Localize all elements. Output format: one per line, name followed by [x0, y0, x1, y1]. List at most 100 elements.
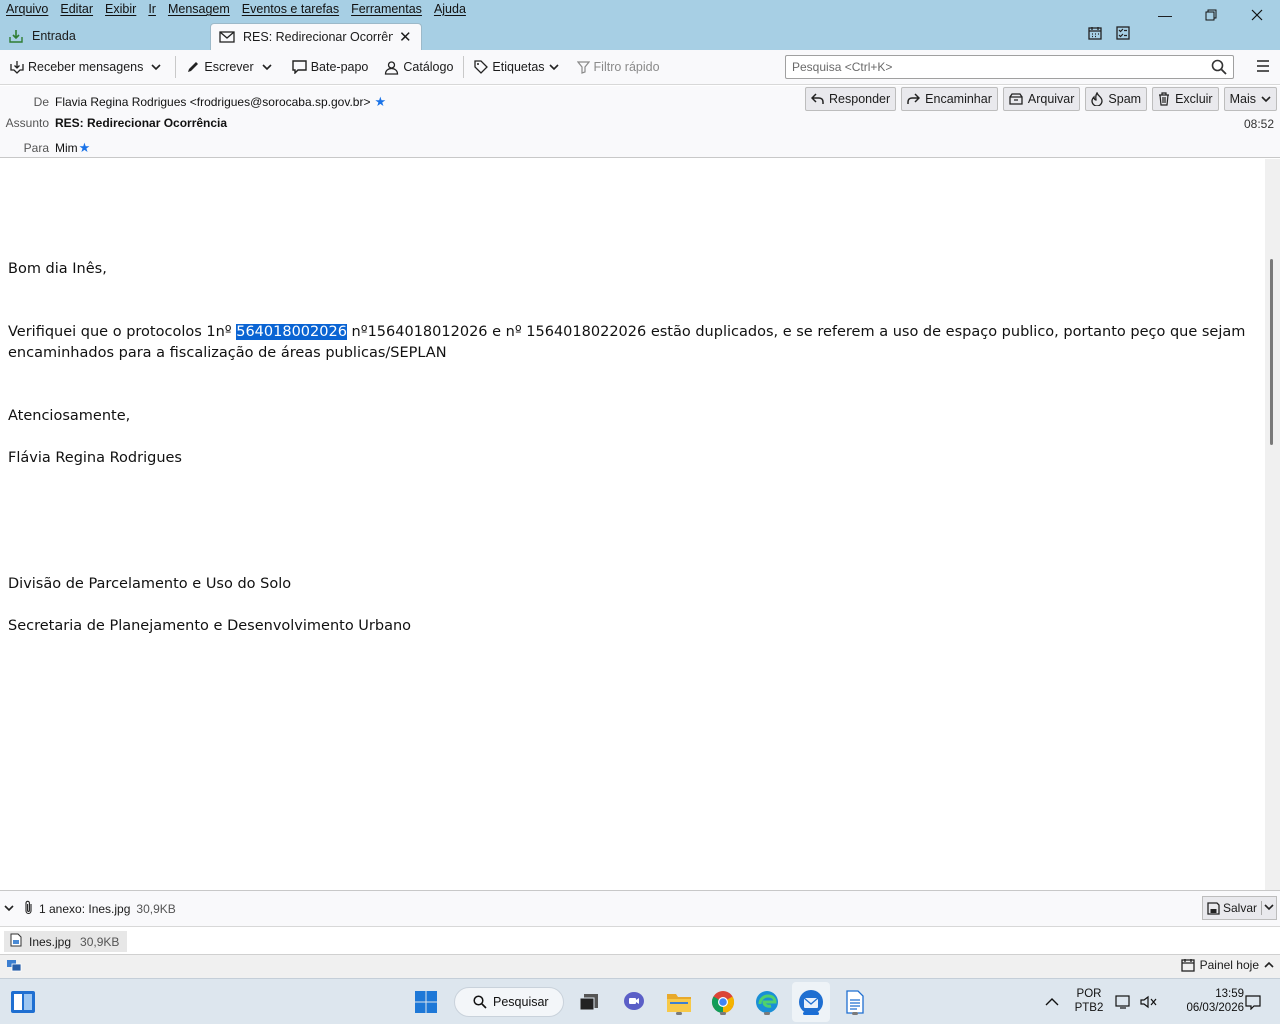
- taskbar-search[interactable]: Pesquisar: [454, 987, 564, 1017]
- chevron-down-icon: [262, 64, 272, 71]
- address-book-button[interactable]: Catálogo: [380, 53, 457, 81]
- get-messages-button[interactable]: Receber mensagens: [6, 53, 147, 81]
- star-icon[interactable]: ★: [79, 140, 91, 156]
- download-icon: [10, 61, 24, 74]
- envelope-icon: [219, 29, 235, 45]
- message-header: De Flavia Regina Rodrigues <frodrigues@s…: [0, 86, 1280, 158]
- main-toolbar: Receber mensagens Escrever Bate-papo Cat…: [0, 50, 1280, 85]
- closing: Atenciosamente,: [8, 408, 131, 424]
- chevron-up-icon: [1264, 961, 1274, 968]
- junk-label: Spam: [1108, 92, 1142, 106]
- save-attachment-button[interactable]: Salvar: [1201, 896, 1277, 920]
- forward-button[interactable]: Encaminhar: [901, 87, 998, 111]
- paperclip-icon: [24, 900, 33, 918]
- contacts-icon: [385, 60, 399, 75]
- write-button[interactable]: Escrever: [182, 53, 257, 81]
- search-icon: [473, 995, 487, 1009]
- calendar-icon: [1180, 959, 1195, 972]
- greeting: Bom dia Inês,: [8, 261, 107, 277]
- quick-filter-button[interactable]: Filtro rápido: [573, 53, 664, 81]
- menu-arquivo[interactable]: Arquivo: [0, 0, 54, 20]
- delete-button[interactable]: Excluir: [1152, 87, 1219, 111]
- clock[interactable]: 13:59 06/03/2026: [1168, 987, 1244, 1015]
- input-language[interactable]: POR PTB2: [1068, 987, 1110, 1015]
- teams-chat-icon[interactable]: [619, 987, 649, 1017]
- app-menu-icon[interactable]: [1256, 59, 1270, 76]
- reply-button[interactable]: Responder: [805, 87, 897, 111]
- reply-icon: [811, 93, 824, 104]
- thunderbird-icon[interactable]: [796, 987, 826, 1017]
- attachment-size: 30,9KB: [80, 934, 120, 949]
- scrollbar-thumb[interactable]: [1270, 259, 1273, 445]
- toolbar-divider: [463, 56, 465, 78]
- calendar-icon[interactable]: [1088, 26, 1102, 43]
- body-line-1: Verifiquei que o protocolos 1nº 56401800…: [8, 322, 1245, 343]
- close-tab-icon[interactable]: ✕: [399, 28, 412, 46]
- menu-exibir[interactable]: Exibir: [99, 0, 142, 20]
- more-button[interactable]: Mais: [1223, 87, 1277, 111]
- menu-eventos[interactable]: Eventos e tarefas: [236, 0, 345, 20]
- tab-message[interactable]: RES: Redirecionar Ocorrência ✕: [210, 23, 422, 50]
- active-indicator: [803, 1012, 819, 1015]
- search-icon: [1211, 59, 1227, 78]
- tab-inbox[interactable]: Entrada: [0, 22, 210, 50]
- subject-row: Assunto RES: Redirecionar Ocorrência: [0, 116, 227, 130]
- star-icon[interactable]: ★: [374, 94, 386, 110]
- chevron-down-icon: [548, 64, 559, 71]
- today-pane-toggle[interactable]: Painel hoje: [1180, 958, 1274, 972]
- from-value[interactable]: Flavia Regina Rodrigues <frodrigues@soro…: [55, 95, 370, 109]
- chevron-down-icon[interactable]: [1261, 901, 1274, 915]
- online-status-icon[interactable]: [6, 959, 22, 976]
- menu-ajuda[interactable]: Ajuda: [428, 0, 472, 20]
- selected-text[interactable]: 564018002026: [236, 324, 347, 340]
- clock-time: 13:59: [1215, 988, 1244, 1000]
- body-scrollbar[interactable]: [1265, 159, 1280, 890]
- menu-editar[interactable]: Editar: [54, 0, 99, 20]
- toolbar-divider: [175, 56, 177, 78]
- edge-icon[interactable]: [752, 987, 782, 1017]
- menu-ferramentas[interactable]: Ferramentas: [345, 0, 428, 20]
- running-indicator: [720, 1012, 726, 1015]
- signature-division: Divisão de Parcelamento e Uso do Solo: [8, 576, 292, 592]
- network-icon[interactable]: [1113, 987, 1135, 1017]
- attachment-summary[interactable]: 1 anexo: Ines.jpg: [39, 902, 130, 916]
- chat-button[interactable]: Bate-papo: [288, 53, 373, 81]
- chevron-up-icon[interactable]: [1040, 987, 1064, 1017]
- tasks-icon[interactable]: [1116, 26, 1130, 43]
- file-explorer-icon[interactable]: [664, 987, 694, 1017]
- notifications-icon[interactable]: [1243, 987, 1263, 1017]
- header-actions: Responder Encaminhar Arquivar Spam Exclu…: [805, 87, 1277, 111]
- start-icon[interactable]: [411, 987, 441, 1017]
- get-messages-dropdown[interactable]: [147, 53, 169, 81]
- menu-bar: Arquivo Editar Exibir Ir Mensagem Evento…: [0, 0, 472, 20]
- widgets-icon[interactable]: [8, 987, 38, 1017]
- writer-icon[interactable]: [840, 987, 870, 1017]
- image-file-icon: [10, 933, 22, 950]
- volume-muted-icon[interactable]: [1138, 987, 1160, 1017]
- chat-label: Bate-papo: [310, 60, 369, 74]
- task-view-icon[interactable]: [574, 987, 604, 1017]
- to-label: Para: [23, 141, 49, 155]
- quick-filter-label: Filtro rápido: [593, 60, 660, 74]
- attachment-list: Ines.jpg 30,9KB: [0, 926, 1280, 954]
- keyboard-layout: PTB2: [1074, 1002, 1104, 1014]
- pencil-icon: [188, 62, 199, 72]
- tags-label: Etiquetas: [492, 60, 545, 74]
- tags-button[interactable]: Etiquetas: [470, 53, 566, 81]
- subject-label: Assunto: [5, 116, 49, 130]
- junk-button[interactable]: Spam: [1085, 87, 1148, 111]
- search-input[interactable]: Pesquisa <Ctrl+K>: [785, 55, 1234, 79]
- to-value[interactable]: Mim: [55, 141, 78, 155]
- attachment-item[interactable]: Ines.jpg 30,9KB: [4, 931, 128, 952]
- archive-button[interactable]: Arquivar: [1002, 87, 1081, 111]
- tab-message-label: RES: Redirecionar Ocorrência: [243, 30, 393, 44]
- tab-inbox-label: Entrada: [32, 29, 76, 43]
- body-line-2: encaminhados para a fiscalização de área…: [8, 345, 447, 361]
- chevron-down-icon: [151, 64, 161, 71]
- menu-ir[interactable]: Ir: [142, 0, 162, 20]
- menu-mensagem[interactable]: Mensagem: [162, 0, 236, 20]
- chrome-icon[interactable]: [708, 987, 738, 1017]
- write-dropdown[interactable]: [258, 53, 280, 81]
- chevron-down-icon[interactable]: [4, 902, 14, 916]
- message-body: Bom dia Inês, Verifiquei que o protocolo…: [0, 159, 1265, 890]
